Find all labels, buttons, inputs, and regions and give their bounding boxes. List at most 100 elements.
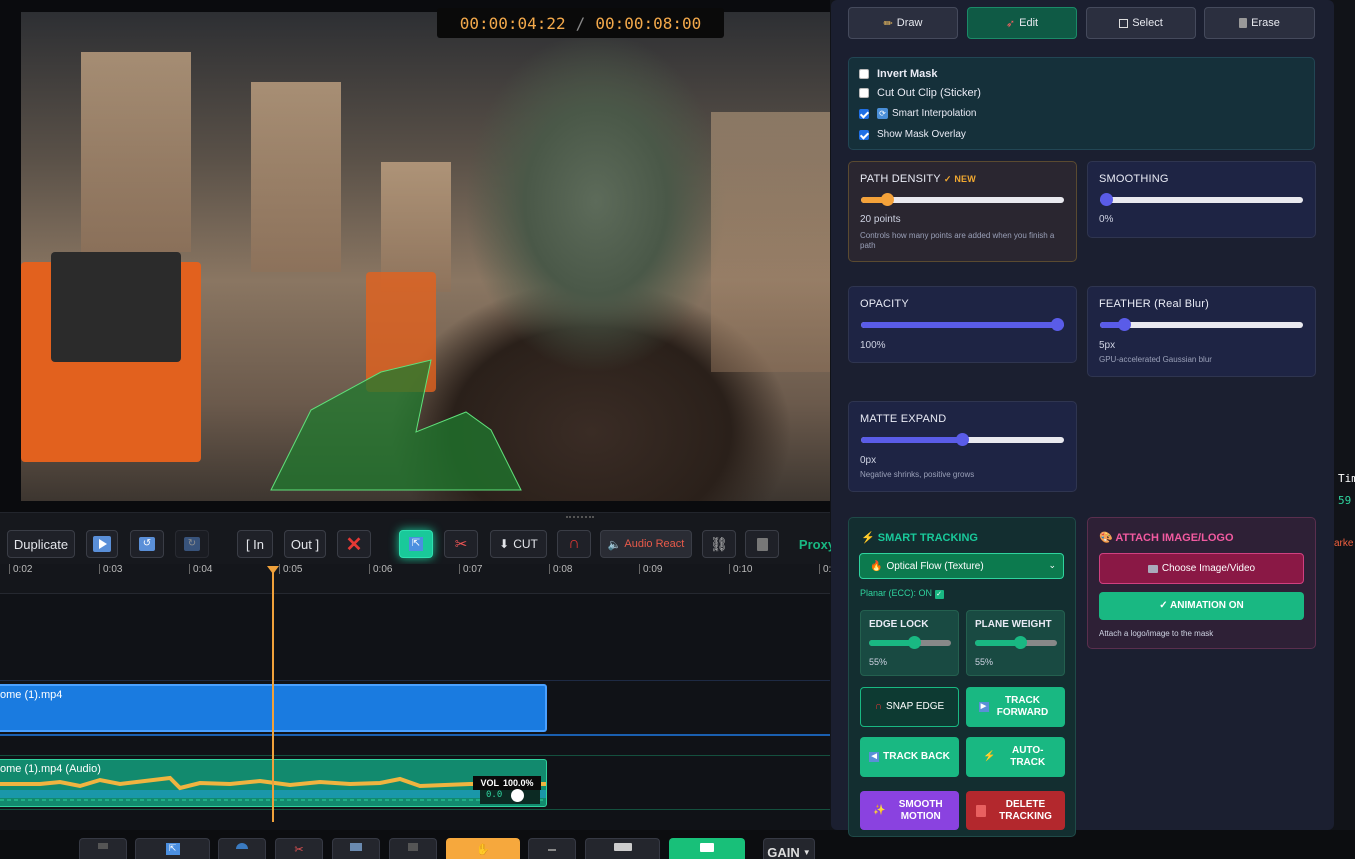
planar-status: Planar (ECC): ON ✓ (860, 588, 944, 599)
checkbox-box[interactable] (859, 129, 869, 140)
bottom-hand-button[interactable]: ✋ (446, 838, 520, 859)
track-back-button[interactable]: ◀ TRACK BACK (860, 737, 959, 777)
edge-lock-control: EDGE LOCK 55% (860, 610, 959, 676)
erase-mode-button[interactable]: Erase (1204, 7, 1315, 39)
path-density-title: PATH DENSITY ✓ NEW (860, 173, 976, 185)
opacity-label: OPACITY (860, 298, 909, 310)
playhead[interactable] (272, 566, 274, 822)
smoothing-slider[interactable] (1100, 193, 1303, 206)
animation-toggle-button[interactable]: ✓ ANIMATION ON (1099, 592, 1304, 620)
redo-button[interactable]: ↻ (175, 530, 209, 558)
tool-icon (236, 843, 248, 849)
plane-weight-slider[interactable] (975, 636, 1057, 649)
edit-mode-button[interactable]: ➶ Edit (967, 7, 1077, 39)
volume-slider-knob[interactable] (511, 789, 524, 802)
bottom-tool-button[interactable] (332, 838, 380, 859)
tool-icon (408, 843, 418, 851)
ruler-tick: 0:08 (549, 564, 572, 575)
slider-knob[interactable] (880, 193, 894, 206)
slider-knob[interactable] (907, 636, 921, 649)
opacity-slider[interactable] (861, 318, 1064, 331)
slider-knob[interactable] (1117, 318, 1131, 331)
volume-value: 100.0% (502, 778, 534, 788)
volume-slider[interactable]: 0.0 (480, 790, 540, 804)
invert-mask-checkbox[interactable]: Invert Mask (859, 68, 938, 80)
checkbox-box[interactable] (859, 69, 869, 79)
invert-mask-label: Invert Mask (877, 68, 938, 80)
undo-icon: ↺ (139, 537, 155, 551)
slider-knob[interactable] (1051, 318, 1064, 331)
tracking-method-select[interactable]: 🔥 Optical Flow (Texture) ⌄ (859, 553, 1064, 579)
chevron-down-icon: ⌄ (1048, 560, 1056, 570)
resize-grip[interactable] (566, 516, 594, 520)
magnet-icon: ∩ (568, 535, 580, 552)
gain-dropdown[interactable]: GAIN ▼ (763, 838, 815, 859)
ruler-tick: 0:04 (189, 564, 212, 575)
timeline-ruler[interactable] (0, 564, 830, 594)
select-mode-button[interactable]: Select (1086, 7, 1196, 39)
image-icon (1147, 564, 1158, 573)
bottom-tool-button[interactable] (218, 838, 266, 859)
cut-out-clip-checkbox[interactable]: Cut Out Clip (Sticker) (859, 87, 981, 99)
snap-edge-button[interactable]: ∩ SNAP EDGE (860, 687, 959, 727)
bottom-select-button[interactable]: ⇱ (135, 838, 210, 859)
checkbox-box[interactable] (859, 108, 869, 119)
smart-interpolation-checkbox[interactable]: ⟳ Smart Interpolation (859, 108, 977, 119)
select-tool-button[interactable]: ⇱ (399, 530, 433, 558)
undo-button[interactable]: ↺ (130, 530, 164, 558)
track-forward-button[interactable]: ▶ TRACK FORWARD (966, 687, 1065, 727)
close-icon: ✕ (345, 533, 363, 556)
choose-image-button[interactable]: Choose Image/Video (1099, 553, 1304, 584)
mask-overlay[interactable] (21, 12, 830, 501)
delete-x-button[interactable]: ✕ (337, 530, 371, 558)
auto-track-button[interactable]: ⚡ AUTO-TRACK (966, 737, 1065, 777)
bottom-tool-button[interactable] (79, 838, 127, 859)
slider-fill (861, 322, 1064, 328)
edge-lock-label: EDGE LOCK (869, 619, 929, 630)
slider-knob[interactable] (1100, 193, 1113, 206)
bottom-book-button[interactable] (669, 838, 745, 859)
razor-tool-button[interactable]: ✂ (444, 530, 478, 558)
mark-in-button[interactable]: [ In (237, 530, 273, 558)
bottom-tool-button[interactable] (389, 838, 437, 859)
new-badge: ✓ NEW (943, 174, 976, 184)
smooth-motion-button[interactable]: ✨ SMOOTH MOTION (860, 791, 959, 830)
slider-knob[interactable] (1013, 636, 1027, 649)
bottom-razor-button[interactable]: ✂ (275, 838, 323, 859)
video-frame[interactable] (21, 12, 830, 501)
hand-icon: ✋ (476, 844, 490, 856)
draw-mode-button[interactable]: ✏ Draw (848, 7, 958, 39)
snap-magnet-button[interactable]: ∩ (557, 530, 591, 558)
flame-icon: 🔥 (870, 560, 883, 572)
plane-weight-value: 55% (975, 657, 994, 667)
audio-react-button[interactable]: 🔈 Audio React (600, 530, 692, 558)
mark-out-button[interactable]: Out ] (284, 530, 326, 558)
ruler-tick: 0:06 (369, 564, 392, 575)
trash-button[interactable] (745, 530, 779, 558)
attach-image-card: 🎨 ATTACH IMAGE/LOGO Choose Image/Video ✓… (1087, 517, 1316, 649)
slider-knob[interactable] (956, 433, 969, 446)
play-icon (93, 536, 111, 552)
auto-track-label: AUTO-TRACK (1010, 745, 1046, 768)
edge-lock-slider[interactable] (869, 636, 951, 649)
bottom-tool-button[interactable] (528, 838, 576, 859)
delete-tracking-button[interactable]: DELETE TRACKING (966, 791, 1065, 830)
path-density-slider[interactable] (861, 193, 1064, 206)
lightning-icon: ⚡ (983, 751, 996, 762)
feather-slider[interactable] (1100, 318, 1303, 331)
duplicate-button[interactable]: Duplicate (7, 530, 75, 558)
draw-label: Draw (896, 17, 923, 29)
bottom-monitor-button[interactable] (585, 838, 660, 859)
side-strip: Tim 59 arke (1334, 460, 1355, 560)
path-density-hint: Controls how many points are added when … (860, 231, 1055, 250)
edit-icon: ➶ (1005, 17, 1016, 30)
trash-icon (975, 804, 986, 817)
cursor-icon: ⇱ (409, 537, 423, 551)
show-mask-overlay-checkbox[interactable]: Show Mask Overlay (859, 129, 966, 140)
link-button[interactable]: ⛓ (702, 530, 736, 558)
checkbox-box[interactable] (859, 88, 869, 98)
matte-expand-slider[interactable] (861, 433, 1064, 446)
path-density-value: 20 points (860, 214, 901, 225)
cut-button[interactable]: ⬇ CUT (490, 530, 547, 558)
play-button[interactable] (86, 530, 118, 558)
